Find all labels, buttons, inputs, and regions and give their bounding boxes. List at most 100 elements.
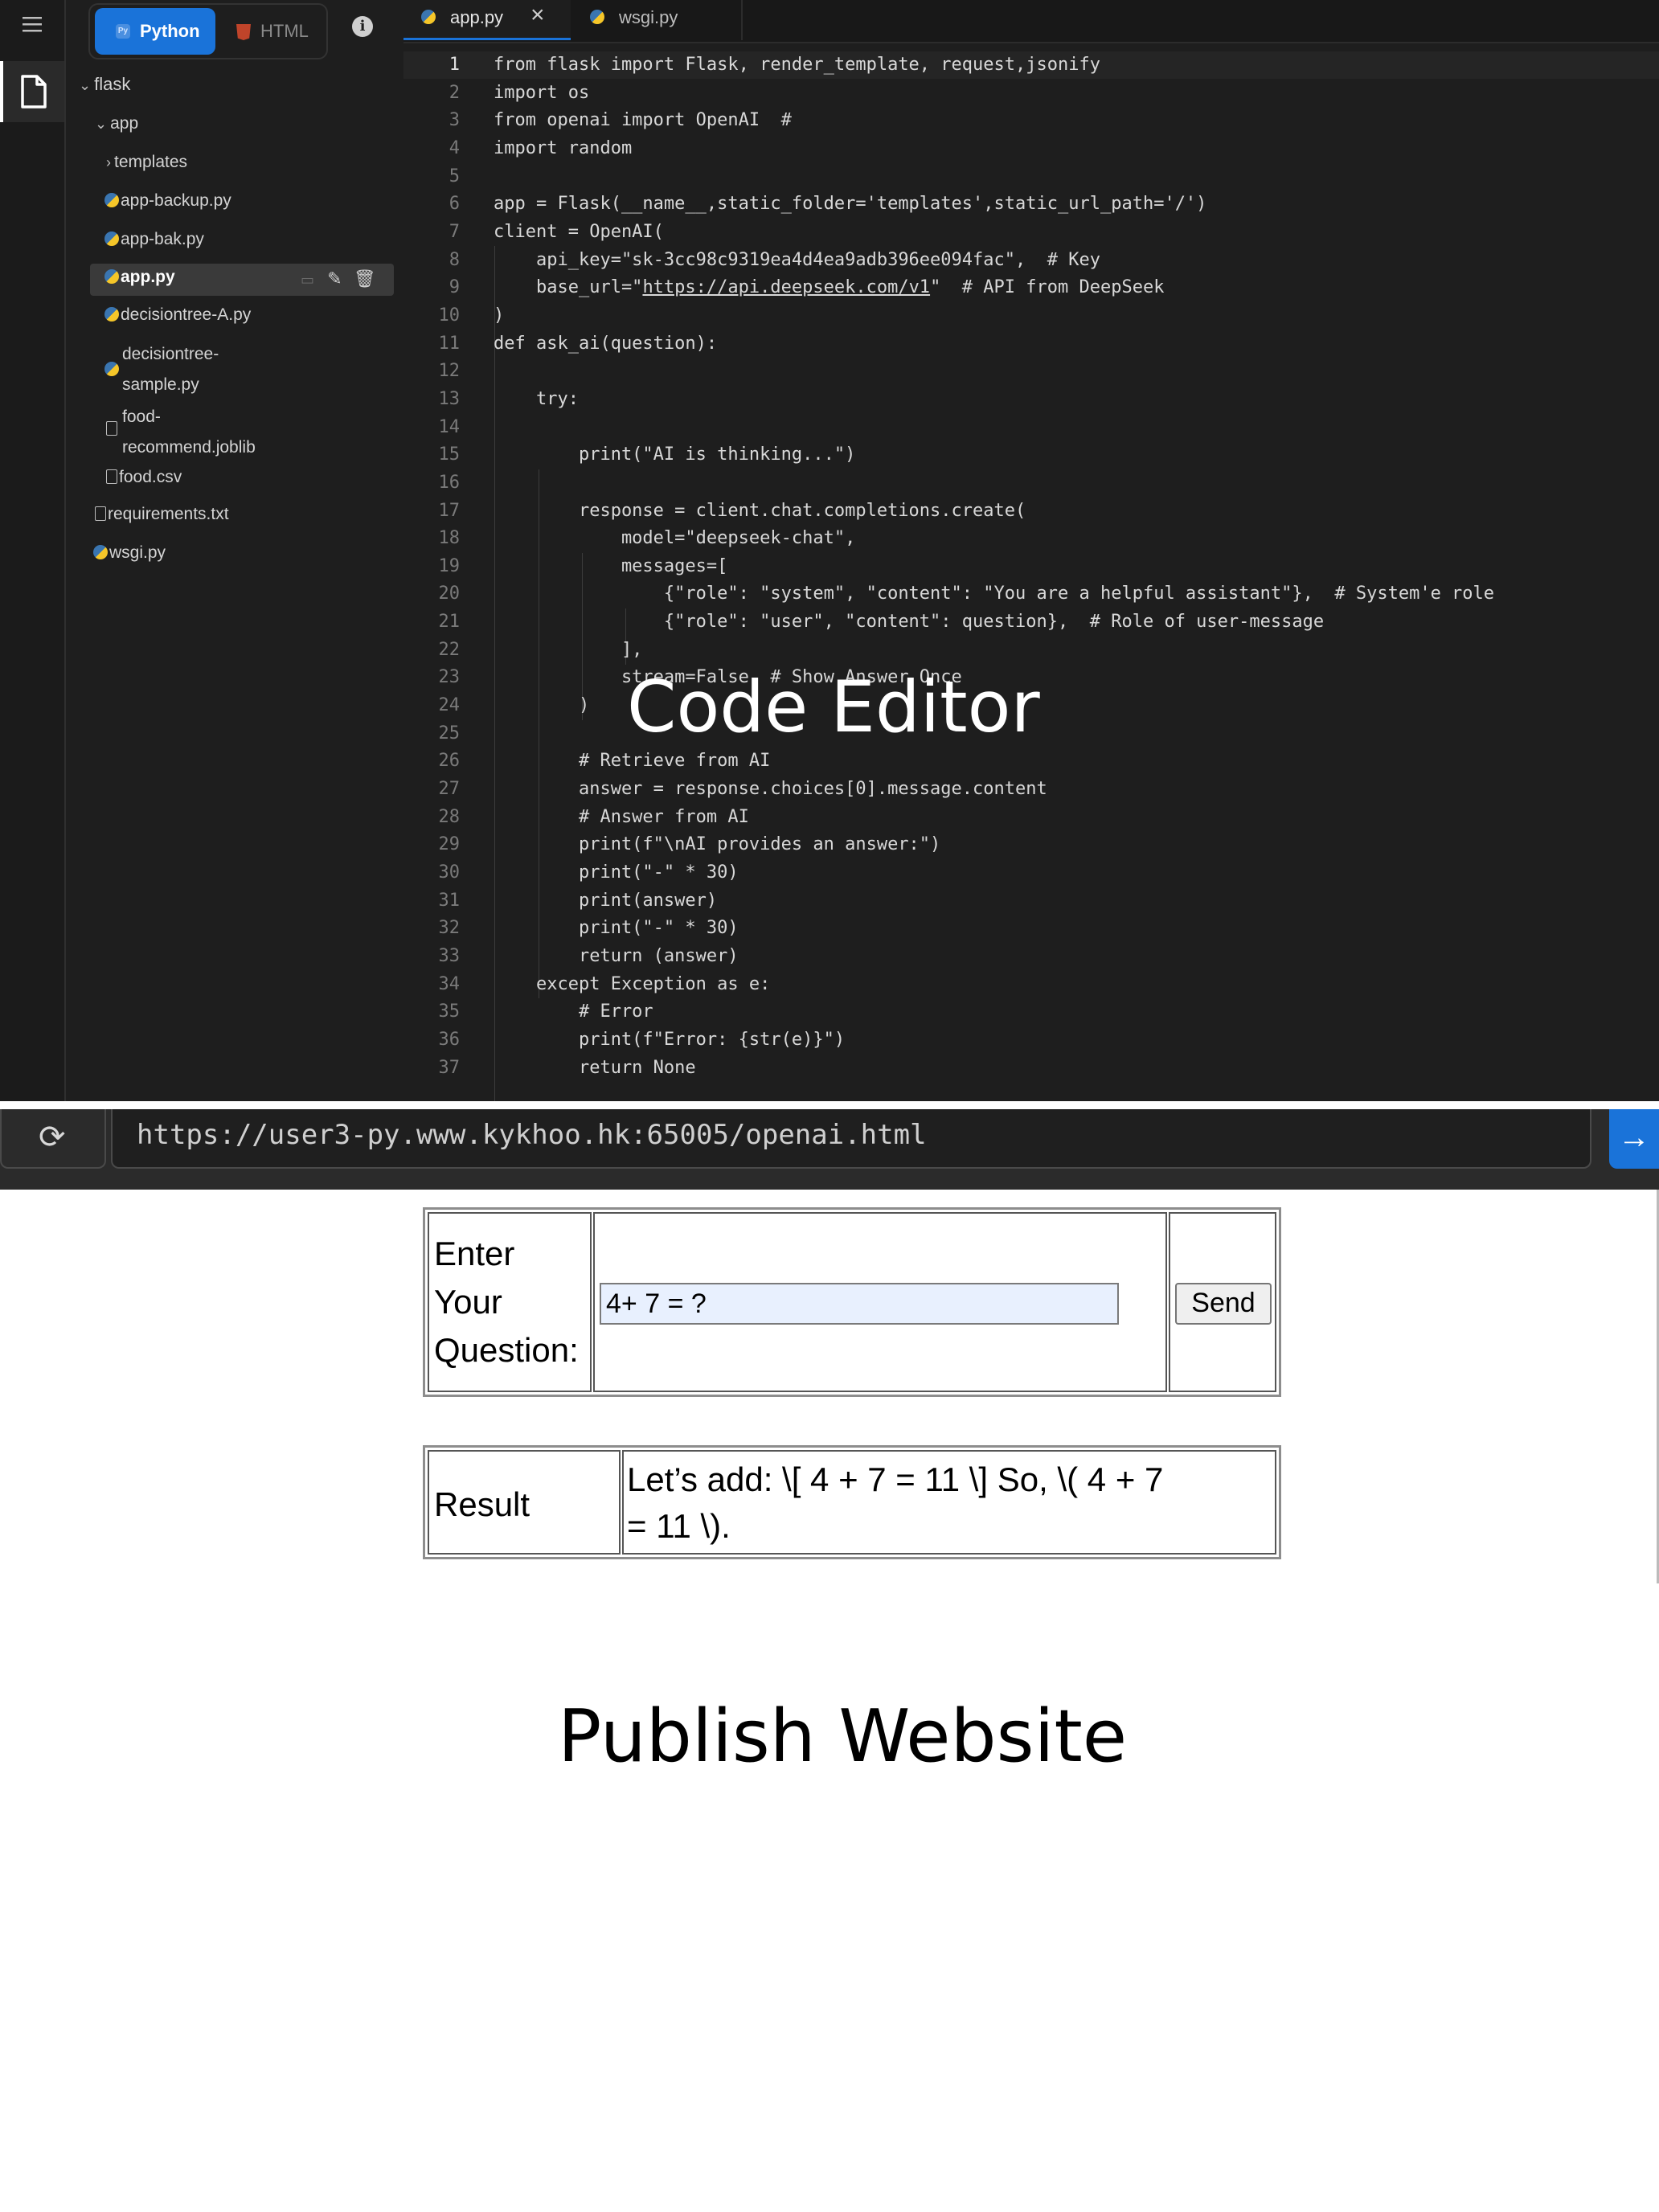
- tab-wsgi-py[interactable]: wsgi.py: [572, 0, 743, 40]
- tree-item-file[interactable]: requirements.txt: [95, 505, 229, 524]
- question-label-line: Your: [434, 1283, 502, 1321]
- tree-item-label: app: [110, 114, 139, 133]
- code-line: def ask_ai(question):: [494, 333, 718, 354]
- tree-item-label: app-backup.py: [121, 191, 231, 210]
- tree-item-label: decisiontree-A.py: [121, 305, 252, 324]
- line-number: 18: [438, 528, 461, 549]
- language-toggle: Py Python HTML: [88, 3, 328, 59]
- line-number: 30: [438, 862, 461, 883]
- tree-item-label-cont: recommend.joblib: [122, 438, 256, 457]
- tree-item-label: decisiontree-: [122, 345, 219, 363]
- rename-pencil-icon[interactable]: ✎: [327, 268, 342, 289]
- close-tab-icon[interactable]: ×: [530, 2, 545, 29]
- line-number: 21: [438, 612, 461, 633]
- tree-item-app-folder[interactable]: ⌄ app: [95, 114, 138, 133]
- code-line: # Retrieve from AI: [494, 751, 771, 772]
- line-number: 14: [438, 416, 461, 437]
- tree-item-file[interactable]: decisiontree-sample.py: [104, 339, 219, 400]
- python-mode-button[interactable]: Py Python: [95, 8, 215, 55]
- code-line: # Answer from AI: [494, 806, 749, 827]
- line-number: 20: [438, 584, 461, 604]
- go-arrow-button[interactable]: →: [1609, 1109, 1659, 1169]
- line-number-gutter: 1 2 3 4 5 6 7 8 9 10 11 12 13 14 15 16 17 18 19 20 21 22 23 24 2…: [403, 51, 461, 1082]
- info-icon[interactable]: i: [352, 16, 373, 37]
- code-editor-caption: Code Editor: [627, 666, 1040, 748]
- code-line: app = Flask(__name__,static_folder='temp…: [494, 194, 1207, 215]
- line-number: 5: [449, 166, 460, 186]
- line-number: 23: [438, 667, 461, 688]
- tree-item-file-selected[interactable]: app.py: [104, 268, 175, 287]
- python-file-icon: [104, 193, 119, 207]
- tree-item-file[interactable]: wsgi.py: [93, 543, 166, 563]
- line-number: 7: [449, 221, 460, 242]
- html5-icon: [236, 24, 251, 40]
- address-bar[interactable]: https://user3-py.www.kykhoo.hk:65005/ope…: [111, 1109, 1591, 1169]
- line-number: 29: [438, 834, 461, 855]
- send-button[interactable]: Send: [1175, 1283, 1272, 1325]
- chevron-right-icon: ›: [106, 154, 111, 170]
- code-line: from flask import Flask, render_template…: [494, 55, 1100, 75]
- line-number: 31: [438, 890, 461, 911]
- code-line: {"role": "user", "content": question}, #…: [494, 612, 1325, 633]
- code-line: print("AI is thinking..."): [494, 444, 856, 465]
- refresh-icon: ⟳: [39, 1119, 66, 1156]
- question-label-line: Enter: [434, 1235, 515, 1272]
- tree-item-file[interactable]: app-bak.py: [104, 230, 204, 249]
- tree-item-file[interactable]: food.csv: [106, 468, 182, 487]
- activity-bar: [0, 0, 66, 1101]
- section-divider: [0, 1101, 1659, 1109]
- tree-item-file[interactable]: decisiontree-A.py: [104, 305, 251, 325]
- line-number: 1: [449, 55, 460, 75]
- code-line: import random: [494, 137, 633, 158]
- code-text: from flask import Flask, render_template…: [494, 51, 1494, 1082]
- tree-item-label: wsgi.py: [109, 543, 166, 562]
- line-number: 19: [438, 555, 461, 576]
- row-actions: ▭ ✎ 🗑: [301, 268, 376, 289]
- chevron-down-icon: ⌄: [79, 77, 92, 93]
- code-line: client = OpenAI(: [494, 221, 664, 242]
- tree-item-templates-folder[interactable]: › templates: [106, 153, 187, 172]
- tab-app-py[interactable]: app.py ×: [403, 0, 571, 40]
- html-mode-button[interactable]: HTML: [223, 8, 323, 55]
- line-number: 12: [438, 361, 461, 382]
- python-file-icon: [590, 10, 604, 24]
- line-number: 13: [438, 388, 461, 409]
- code-url-link[interactable]: https://api.deepseek.com/v1: [642, 277, 930, 297]
- code-line: print(answer): [494, 890, 718, 911]
- line-number: 3: [449, 110, 460, 131]
- tree-item-label: app.py: [121, 268, 175, 286]
- code-line: # Error: [494, 1002, 653, 1022]
- python-mode-label: Python: [140, 21, 200, 41]
- code-line: model="deepseek-chat",: [494, 528, 856, 549]
- tree-item-label: food.csv: [119, 468, 182, 486]
- tree-item-flask-folder[interactable]: ⌄ flask: [79, 74, 130, 95]
- chevron-down-icon: ⌄: [95, 116, 108, 132]
- line-number: 16: [438, 472, 461, 493]
- arrow-right-icon: →: [1618, 1120, 1650, 1155]
- result-text-line: Let’s add: \[ 4 + 7 = 11 \] So, \( 4 + 7: [627, 1460, 1164, 1498]
- code-line: response = client.chat.completions.creat…: [494, 500, 1026, 521]
- editor-tab-bar: app.py × wsgi.py: [403, 0, 1659, 43]
- delete-trash-icon[interactable]: 🗑: [354, 268, 376, 289]
- line-number: 26: [438, 751, 461, 772]
- tree-item-file[interactable]: food-recommend.joblib: [104, 402, 256, 463]
- line-number: 15: [438, 444, 461, 465]
- tree-item-file[interactable]: app-backup.py: [104, 191, 231, 211]
- result-text-line: = 11 \).: [627, 1507, 731, 1545]
- python-file-icon: [104, 307, 119, 322]
- code-line: import os: [494, 82, 590, 103]
- code-line: return (answer): [494, 946, 739, 966]
- html-mode-label: HTML: [260, 21, 309, 41]
- refresh-button[interactable]: ⟳: [0, 1109, 106, 1169]
- question-label-line: Question:: [434, 1331, 579, 1369]
- question-input[interactable]: 4+ 7 = ?: [600, 1283, 1119, 1325]
- tab-label: app.py: [450, 7, 504, 27]
- code-line: ): [494, 305, 505, 326]
- hamburger-menu-icon[interactable]: [19, 11, 45, 37]
- line-number: 27: [438, 779, 461, 800]
- code-line: print("-" * 30): [494, 862, 739, 883]
- code-area[interactable]: 1 2 3 4 5 6 7 8 9 10 11 12 13 14 15 16 17 18 19 20 21 22 23 24 2…: [403, 43, 1659, 1101]
- explorer-files-icon[interactable]: [0, 61, 64, 122]
- save-file-icon[interactable]: ▭: [301, 272, 314, 288]
- code-line: api_key="sk-3cc98c9319ea4d4ea9adb396ee09…: [494, 249, 1100, 270]
